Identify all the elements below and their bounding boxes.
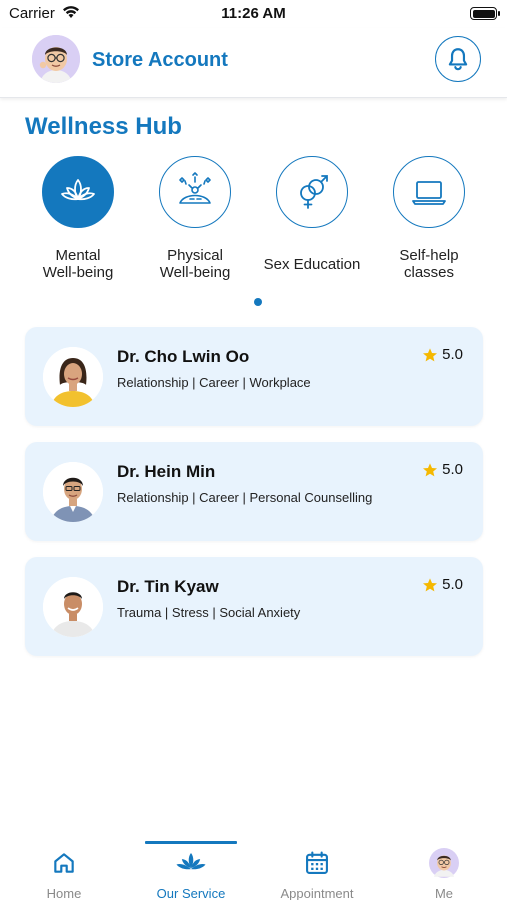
- tab-label: Appointment: [280, 886, 354, 900]
- category-icon-circle: [276, 156, 348, 228]
- category-icon-circle: [159, 156, 231, 228]
- doctor-photo-icon: [43, 347, 103, 407]
- doctor-card[interactable]: Dr. Hein Min Relationship | Career | Per…: [25, 442, 483, 541]
- star-icon: [423, 577, 438, 591]
- doctor-photo-icon: [43, 462, 103, 522]
- tab-me[interactable]: Me: [394, 848, 494, 900]
- memoji-avatar-icon: [32, 35, 80, 83]
- home-icon: [54, 853, 74, 873]
- tab-home[interactable]: Home: [14, 848, 114, 900]
- star-icon: [423, 347, 438, 361]
- doctor-rating: 5.0: [422, 576, 463, 593]
- category-label-line1: Sex Education: [263, 256, 361, 273]
- tab-label: Our Service: [156, 886, 226, 900]
- category-label: Sex Education: [253, 256, 371, 273]
- doctor-card[interactable]: Dr. Tin Kyaw Trauma | Stress | Social An…: [25, 557, 483, 656]
- laptop-icon: [412, 181, 446, 205]
- page-indicator-dot: [254, 298, 262, 306]
- tab-appointment[interactable]: Appointment: [267, 848, 367, 900]
- category-label-line1: Self-help: [399, 247, 459, 264]
- active-tab-indicator: [145, 841, 237, 844]
- category-label: Physical Well-being: [136, 247, 254, 281]
- header: Store Account: [0, 28, 507, 98]
- lotus-icon: [61, 179, 95, 201]
- rating-value: 5.0: [442, 346, 463, 363]
- category-label: Mental Well-being: [19, 247, 137, 281]
- doctor-specialties: Relationship | Career | Personal Counsel…: [117, 490, 373, 505]
- avatar: [429, 848, 459, 878]
- category-label-line1: Mental: [55, 247, 101, 264]
- doctor-card[interactable]: Dr. Cho Lwin Oo Relationship | Career | …: [25, 327, 483, 426]
- doctor-avatar: [43, 347, 103, 407]
- category-label: Self-help classes: [370, 247, 488, 281]
- bell-icon: [448, 48, 468, 71]
- clock: 11:26 AM: [221, 5, 286, 22]
- rating-value: 5.0: [442, 576, 463, 593]
- star-icon: [423, 462, 438, 476]
- category-label-line2: Well-being: [159, 264, 231, 281]
- category-mental-wellbeing[interactable]: Mental Well-being: [19, 156, 137, 281]
- page-title: Store Account: [92, 49, 228, 71]
- doctor-specialties: Trauma | Stress | Social Anxiety: [117, 605, 301, 620]
- rating-value: 5.0: [442, 461, 463, 478]
- calendar-icon: [306, 851, 328, 874]
- category-physical-wellbeing[interactable]: Physical Well-being: [136, 156, 254, 281]
- doctor-name: Dr. Tin Kyaw: [117, 577, 219, 596]
- doctor-name: Dr. Hein Min: [117, 462, 216, 481]
- category-label-line2: Well-being: [42, 264, 114, 281]
- doctor-name: Dr. Cho Lwin Oo: [117, 347, 250, 366]
- status-bar: Carrier 11:26 AM: [0, 0, 507, 28]
- tab-label: Home: [46, 886, 82, 900]
- category-label-line1: Physical: [167, 247, 223, 264]
- doctor-rating: 5.0: [422, 461, 463, 478]
- doctor-rating: 5.0: [422, 346, 463, 363]
- notification-button[interactable]: [435, 36, 481, 82]
- category-self-help-classes[interactable]: Self-help classes: [370, 156, 488, 281]
- doctor-avatar: [43, 577, 103, 637]
- category-icon-circle: [42, 156, 114, 228]
- section-title: Wellness Hub: [25, 113, 182, 140]
- physical-wellbeing-icon: [179, 172, 211, 204]
- lotus-icon: [176, 853, 206, 870]
- doctor-photo-icon: [43, 577, 103, 637]
- category-label-line2: classes: [403, 264, 455, 281]
- category-sex-education[interactable]: Sex Education: [253, 156, 371, 273]
- tab-our-service[interactable]: Our Service: [141, 848, 241, 900]
- battery-icon: [470, 7, 500, 20]
- doctor-specialties: Relationship | Career | Workplace: [117, 375, 311, 390]
- category-carousel[interactable]: Mental Well-being Physical Well-being Se…: [19, 156, 489, 286]
- avatar[interactable]: [32, 35, 80, 83]
- doctor-avatar: [43, 462, 103, 522]
- category-icon-circle: [393, 156, 465, 228]
- tab-label: Me: [434, 886, 454, 900]
- bottom-tab-bar: Home Our Service Appointment Me: [0, 838, 507, 900]
- gender-symbols-icon: [300, 175, 328, 209]
